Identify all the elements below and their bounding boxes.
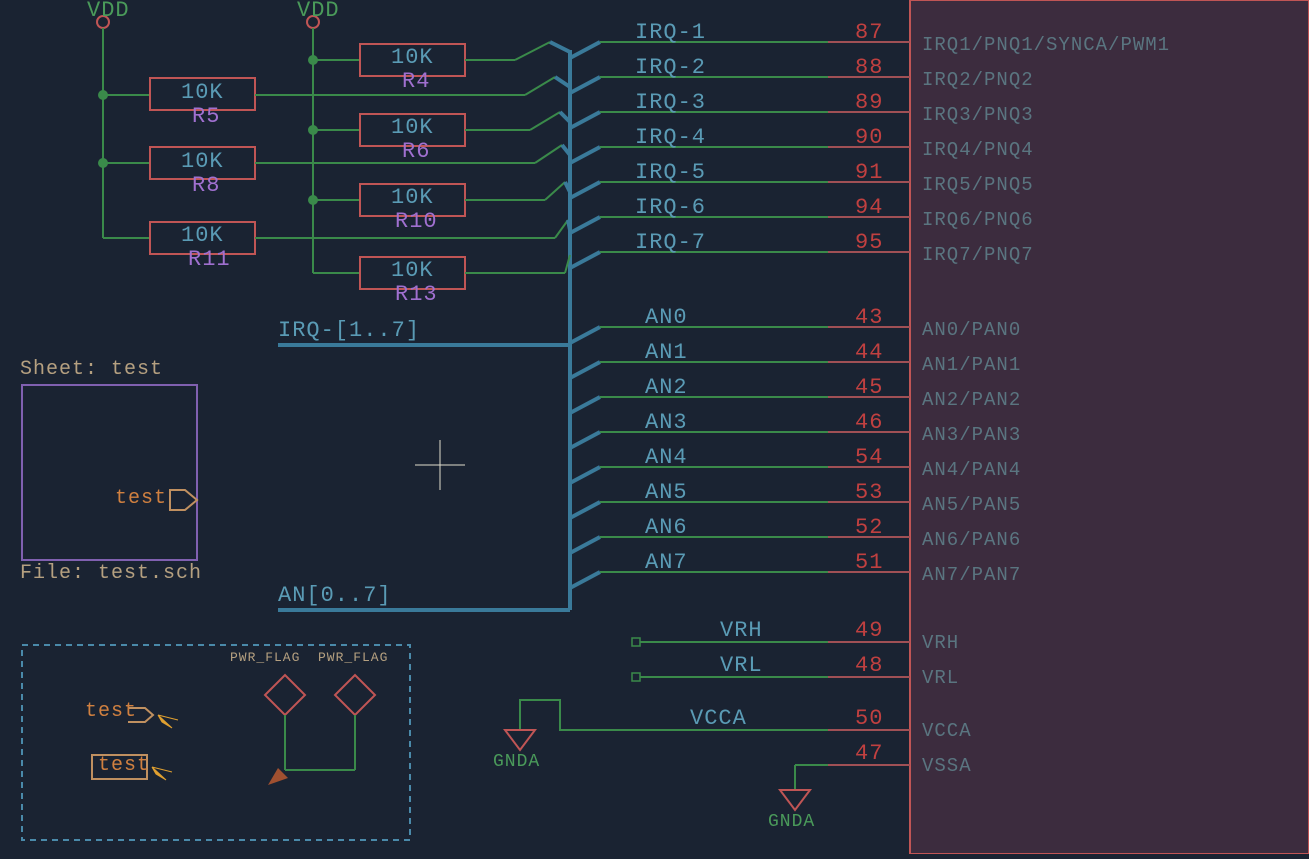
net-label-irq[interactable]: IRQ-5 xyxy=(635,160,706,185)
pin-num: 46 xyxy=(855,410,883,435)
pin-num: 88 xyxy=(855,55,883,80)
res-ref: R5 xyxy=(192,104,220,129)
net-label-an[interactable]: AN1 xyxy=(645,340,688,365)
res-value: 10K xyxy=(391,115,434,140)
pin-name: VRH xyxy=(922,632,959,654)
pin-name: IRQ4/PNQ4 xyxy=(922,139,1034,161)
bus-label-an[interactable]: AN[0..7] xyxy=(278,583,392,608)
res-ref: R10 xyxy=(395,209,438,234)
pin-num: 47 xyxy=(855,741,883,766)
net-label-vrh: VRH xyxy=(720,618,763,643)
net-label-irq[interactable]: IRQ-4 xyxy=(635,125,706,150)
pin-name: IRQ3/PNQ3 xyxy=(922,104,1034,126)
pin-num: 54 xyxy=(855,445,883,470)
sheet-title: Sheet: test xyxy=(20,358,163,381)
net-label-irq[interactable]: IRQ-1 xyxy=(635,20,706,45)
net-label-an[interactable]: AN2 xyxy=(645,375,688,400)
pin-num: 44 xyxy=(855,340,883,365)
res-ref: R8 xyxy=(192,173,220,198)
res-ref: R4 xyxy=(402,69,430,94)
net-label-irq[interactable]: IRQ-2 xyxy=(635,55,706,80)
net-label-vcca: VCCA xyxy=(690,706,747,731)
pin-num: 52 xyxy=(855,515,883,540)
res-ref: R6 xyxy=(402,139,430,164)
res-value: 10K xyxy=(181,223,224,248)
pin-name: IRQ1/PNQ1/SYNCA/PWM1 xyxy=(922,34,1170,56)
net-label-vrl: VRL xyxy=(720,653,763,678)
power-label-gnda: GNDA xyxy=(493,752,540,772)
net-label-an[interactable]: AN3 xyxy=(645,410,688,435)
res-value: 10K xyxy=(391,45,434,70)
res-ref: R11 xyxy=(188,247,231,272)
pin-name: VCCA xyxy=(922,720,972,742)
pin-num: 89 xyxy=(855,90,883,115)
net-label-an[interactable]: AN0 xyxy=(645,305,688,330)
pin-num: 43 xyxy=(855,305,883,330)
power-label-gnda: GNDA xyxy=(768,812,815,832)
pin-num: 48 xyxy=(855,653,883,678)
resistor-R11 xyxy=(103,222,555,254)
pin-name: AN0/PAN0 xyxy=(922,319,1021,341)
pin-num: 51 xyxy=(855,550,883,575)
res-value: 10K xyxy=(181,80,224,105)
pin-name: VSSA xyxy=(922,755,972,777)
sheet-pin-label[interactable]: test xyxy=(115,487,167,510)
pin-name: AN4/PAN4 xyxy=(922,459,1021,481)
pin-name: IRQ2/PNQ2 xyxy=(922,69,1034,91)
pin-num: 95 xyxy=(855,230,883,255)
res-value: 10K xyxy=(181,149,224,174)
pin-name: AN7/PAN7 xyxy=(922,564,1021,586)
pin-num: 94 xyxy=(855,195,883,220)
pin-name: AN1/PAN1 xyxy=(922,354,1021,376)
pin-name: IRQ6/PNQ6 xyxy=(922,209,1034,231)
net-label-an[interactable]: AN7 xyxy=(645,550,688,575)
pin-name: AN2/PAN2 xyxy=(922,389,1021,411)
resistor-R13 xyxy=(313,257,565,289)
pin-name: AN5/PAN5 xyxy=(922,494,1021,516)
res-value: 10K xyxy=(391,185,434,210)
net-label-an[interactable]: AN4 xyxy=(645,445,688,470)
bus-label-irq[interactable]: IRQ-[1..7] xyxy=(278,318,420,343)
res-ref: R13 xyxy=(395,282,438,307)
pin-name: IRQ5/PNQ5 xyxy=(922,174,1034,196)
pin-num: 90 xyxy=(855,125,883,150)
pin-num: 45 xyxy=(855,375,883,400)
sheet-file: File: test.sch xyxy=(20,562,202,585)
pin-name: AN6/PAN6 xyxy=(922,529,1021,551)
power-label-vdd-left: VDD xyxy=(87,0,130,23)
hier-label-sample[interactable]: test xyxy=(85,700,137,723)
pin-num: 91 xyxy=(855,160,883,185)
res-value: 10K xyxy=(391,258,434,283)
pin-num: 50 xyxy=(855,706,883,731)
net-label-irq[interactable]: IRQ-3 xyxy=(635,90,706,115)
pwr-flag-label: PWR_FLAG xyxy=(230,650,300,665)
net-label-an[interactable]: AN5 xyxy=(645,480,688,505)
pin-num: 49 xyxy=(855,618,883,643)
pin-num: 53 xyxy=(855,480,883,505)
net-label-irq[interactable]: IRQ-6 xyxy=(635,195,706,220)
net-label-irq[interactable]: IRQ-7 xyxy=(635,230,706,255)
pwr-flag-label: PWR_FLAG xyxy=(318,650,388,665)
net-label-an[interactable]: AN6 xyxy=(645,515,688,540)
pin-name: IRQ7/PNQ7 xyxy=(922,244,1034,266)
resistor-R8 xyxy=(103,147,535,179)
sheet-pin-sample[interactable]: test xyxy=(98,754,150,777)
pin-num: 87 xyxy=(855,20,883,45)
pin-name: VRL xyxy=(922,667,959,689)
pin-name: AN3/PAN3 xyxy=(922,424,1021,446)
power-label-vdd-right: VDD xyxy=(297,0,340,23)
